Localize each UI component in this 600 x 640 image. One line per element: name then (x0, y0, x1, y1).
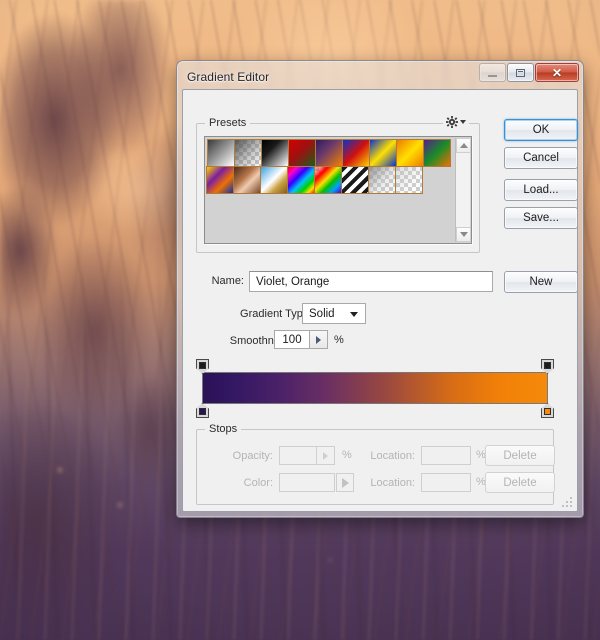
name-input[interactable]: Violet, Orange (249, 271, 493, 292)
dialog-client-inner: Presets OK Cancel Load... Save... New Na… (184, 91, 578, 510)
presets-list[interactable] (204, 136, 472, 244)
preset-swatch[interactable] (395, 166, 423, 194)
chevron-down-icon (350, 312, 358, 317)
maximize-button[interactable] (507, 63, 534, 82)
preset-swatch[interactable] (260, 166, 288, 194)
cancel-button[interactable]: Cancel (504, 147, 578, 169)
opacity-stop-left-chip (199, 362, 206, 369)
triangle-right-icon (316, 335, 321, 344)
gear-icon (446, 116, 458, 128)
stops-group: Stops Opacity: % Location: % Delete Colo… (196, 423, 555, 505)
opacity-stepper[interactable] (317, 446, 335, 465)
presets-grid (206, 139, 455, 194)
color-stop-right[interactable] (541, 403, 554, 418)
gradient-editor-strip (196, 359, 554, 419)
opacity-stop-right[interactable] (541, 359, 554, 374)
load-button[interactable]: Load... (504, 179, 578, 201)
gradient-preview-bar[interactable] (202, 372, 548, 404)
preset-swatch[interactable] (314, 166, 342, 194)
preset-swatch[interactable] (261, 139, 289, 167)
new-button[interactable]: New (504, 271, 578, 293)
close-button[interactable]: ✕ (535, 63, 579, 82)
triangle-right-icon (323, 451, 328, 460)
smoothness-stepper[interactable] (310, 330, 328, 349)
title-bar[interactable]: Gradient Editor ✕ (181, 63, 579, 89)
preset-swatch[interactable] (368, 166, 396, 194)
scroll-down-arrow-icon (459, 232, 468, 237)
preset-swatch[interactable] (207, 139, 235, 167)
preset-swatch[interactable] (206, 166, 234, 194)
gradient-type-value: Solid (309, 307, 335, 320)
window-title: Gradient Editor (187, 70, 270, 84)
preset-swatch[interactable] (341, 166, 369, 194)
presets-legend: Presets (205, 117, 251, 129)
scroll-up-arrow-icon (459, 143, 468, 148)
smoothness-unit: % (334, 334, 344, 346)
gradient-type-label: Gradient Type: (240, 308, 312, 320)
presets-group: Presets (196, 116, 480, 253)
color-stop-left-chip (199, 408, 206, 415)
opacity-input[interactable] (279, 446, 317, 465)
maximize-icon (516, 68, 525, 77)
chevron-down-icon (460, 120, 466, 124)
opacity-location-input[interactable] (421, 446, 471, 465)
minimize-icon (488, 74, 497, 77)
preset-swatch[interactable] (396, 139, 424, 167)
color-location-label: Location: (370, 477, 415, 489)
opacity-delete-button[interactable]: Delete (485, 445, 555, 466)
scroll-down-button[interactable] (456, 227, 471, 242)
presets-options-button[interactable] (443, 116, 469, 128)
color-stop-left[interactable] (196, 403, 209, 418)
name-label: Name: (211, 275, 244, 287)
resize-grip[interactable] (561, 496, 572, 507)
color-delete-button[interactable]: Delete (485, 472, 555, 493)
ok-button[interactable]: OK (504, 119, 578, 141)
preset-swatch[interactable] (423, 139, 451, 167)
dialog-client-area: Presets OK Cancel Load... Save... New Na… (182, 89, 578, 512)
opacity-label: Opacity: (232, 450, 273, 462)
opacity-stop-right-chip (544, 362, 551, 369)
smoothness-input[interactable]: 100 (274, 330, 310, 349)
gradient-type-select[interactable]: Solid (302, 303, 366, 324)
preset-swatch[interactable] (288, 139, 316, 167)
preset-swatch[interactable] (369, 139, 397, 167)
window-controls: ✕ (478, 63, 579, 82)
preset-swatch[interactable] (234, 139, 262, 167)
preset-swatch[interactable] (233, 166, 261, 194)
save-button[interactable]: Save... (504, 207, 578, 229)
presets-scrollbar[interactable] (455, 138, 471, 242)
preset-swatch[interactable] (315, 139, 343, 167)
close-icon: ✕ (551, 65, 563, 80)
preset-swatch[interactable] (342, 139, 370, 167)
color-stop-right-chip (544, 408, 551, 415)
opacity-stop-left[interactable] (196, 359, 209, 374)
scroll-up-button[interactable] (456, 138, 471, 153)
color-swatch-input[interactable] (279, 473, 335, 492)
stops-legend: Stops (205, 423, 242, 435)
preset-swatch[interactable] (287, 166, 315, 194)
color-location-input[interactable] (421, 473, 471, 492)
color-label: Color: (243, 477, 273, 489)
minimize-button[interactable] (479, 63, 506, 82)
opacity-location-label: Location: (370, 450, 415, 462)
gradient-editor-dialog: Gradient Editor ✕ Presets OK Cancel Load… (176, 60, 584, 518)
